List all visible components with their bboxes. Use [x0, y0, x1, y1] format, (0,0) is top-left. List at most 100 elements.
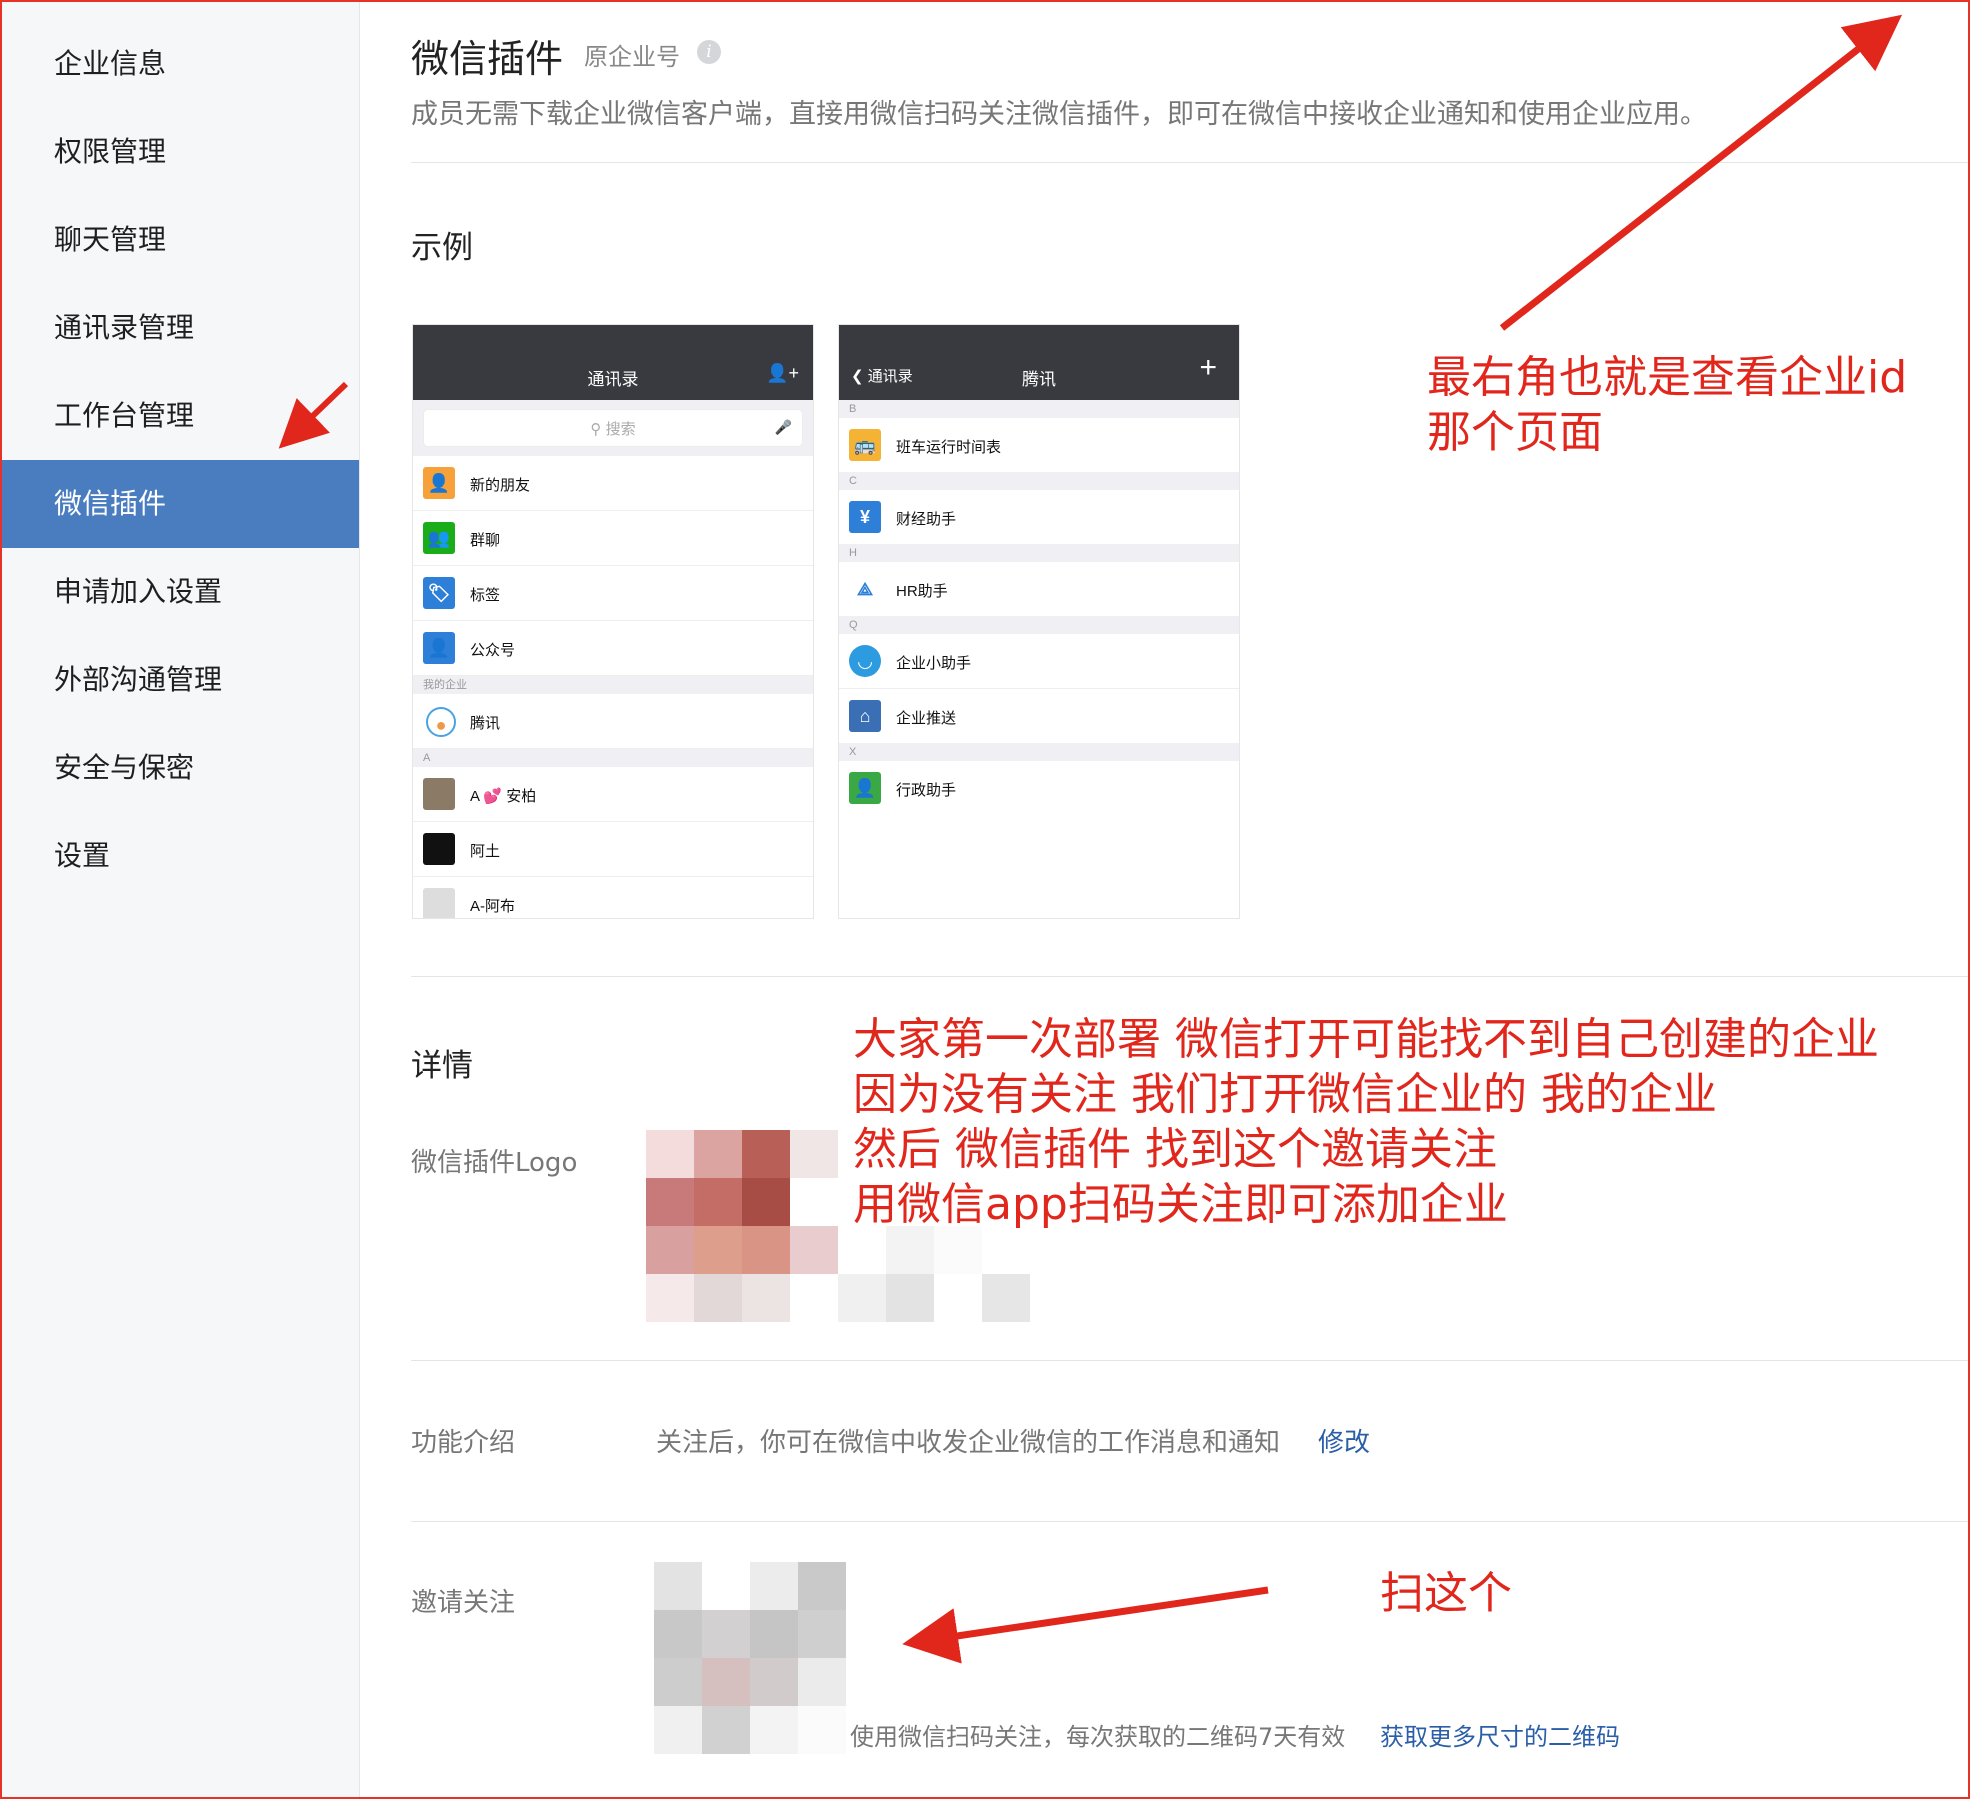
admin-person-icon: 👤: [849, 772, 881, 804]
group-header: H: [839, 544, 1239, 562]
list-item: 🚌 班车运行时间表: [839, 418, 1239, 472]
annotation-line: 用微信app扫码关注即可添加企业: [853, 1179, 1508, 1230]
sidebar-item-settings[interactable]: 设置: [2, 812, 359, 900]
phone-search: ⚲ 搜索 🎤: [423, 409, 803, 447]
edit-intro-link[interactable]: 修改: [1318, 1422, 1370, 1459]
annotation-line: 然后 微信插件 找到这个邀请关注: [853, 1124, 1497, 1175]
list-item: 👤 公众号: [413, 621, 813, 676]
annotation-bottom: 扫这个: [1380, 1568, 1512, 1619]
hr-network-icon: ⟁: [849, 573, 881, 605]
list-item-label: 企业推送: [896, 710, 957, 727]
sidebar-item-security[interactable]: 安全与保密: [2, 724, 359, 812]
list-item-label: 班车运行时间表: [896, 439, 1002, 456]
plus-icon: +: [1199, 351, 1217, 384]
annotation-line: 那个页面: [1427, 407, 1603, 458]
list-item-label: 腾讯: [470, 715, 501, 732]
invite-qr-code[interactable]: [654, 1562, 846, 1754]
home-icon: ⌂: [849, 700, 881, 732]
list-item-label: 标签: [470, 587, 501, 604]
list-item-label: 群聊: [470, 532, 501, 549]
add-friend-icon: 👤+: [766, 363, 799, 383]
sidebar-item-workbench[interactable]: 工作台管理: [2, 372, 359, 460]
sidebar: 企业信息 权限管理 聊天管理 通讯录管理 工作台管理 微信插件 申请加入设置 外…: [2, 2, 360, 1797]
phone-header: ❮ 通讯录 腾讯 +: [839, 325, 1239, 400]
microphone-icon: 🎤: [774, 419, 792, 435]
list-item-label: 公众号: [470, 642, 516, 659]
phone-title: 通讯录: [587, 370, 639, 389]
list-item-label: 阿土: [470, 843, 501, 860]
avatar: [423, 888, 455, 918]
group-header: A: [413, 749, 813, 767]
annotation-line: 大家第一次部署 微信打开可能找不到自己创建的企业: [853, 1014, 1879, 1065]
group-header: C: [839, 472, 1239, 490]
list-item-label: 财经助手: [896, 511, 957, 528]
list-item: A-阿布: [413, 877, 813, 918]
divider: [411, 162, 1968, 163]
yen-icon: ¥: [849, 501, 881, 533]
example-phone-contacts: 通讯录 👤+ ⚲ 搜索 🎤 👤 新的朋友 👥 群聊 🏷 标签 👤 公众号 我的企业 ● 腾…: [412, 324, 814, 919]
sidebar-item-contacts[interactable]: 通讯录管理: [2, 284, 359, 372]
list-item: ● 腾讯: [413, 694, 813, 749]
invite-hint: 使用微信扫码关注，每次获取的二维码7天有效: [850, 1723, 1346, 1751]
sidebar-item-external[interactable]: 外部沟通管理: [2, 636, 359, 724]
list-item: 🏷 标签: [413, 566, 813, 621]
list-item-label: A-阿布: [470, 898, 516, 915]
title-tag: 原企业号: [584, 43, 680, 71]
list-item: 👥 群聊: [413, 511, 813, 566]
annotation-line: 因为没有关注 我们打开微信企业的 我的企业: [853, 1069, 1717, 1120]
group-chat-icon: 👥: [423, 522, 455, 554]
tencent-logo-icon: ●: [426, 707, 456, 737]
avatar: [423, 833, 455, 865]
annotation-middle: 大家第一次部署 微信打开可能找不到自己创建的企业 因为没有关注 我们打开微信企业…: [853, 1012, 1879, 1232]
list-item-label: 企业小助手: [896, 655, 972, 672]
divider: [411, 1521, 1968, 1522]
intro-label: 功能介绍: [411, 1428, 516, 1458]
main-content: 微信插件 原企业号 i 成员无需下载企业微信客户端，直接用微信扫码关注微信插件，…: [360, 0, 1968, 1797]
sidebar-item-company-info[interactable]: 企业信息: [2, 20, 359, 108]
new-friend-icon: 👤: [423, 467, 455, 499]
list-item-label: HR助手: [896, 583, 948, 600]
sidebar-item-join-settings[interactable]: 申请加入设置: [2, 548, 359, 636]
search-placeholder: 搜索: [605, 421, 636, 438]
list-item-label: A 💕 安柏: [470, 788, 537, 805]
divider: [411, 976, 1968, 977]
list-item-label: 行政助手: [896, 782, 957, 799]
bus-icon: 🚌: [849, 429, 881, 461]
group-header: X: [839, 743, 1239, 761]
search-icon: ⚲: [590, 421, 606, 438]
official-account-icon: 👤: [423, 632, 455, 664]
annotation-top-right: 最右角也就是查看企业id 那个页面: [1427, 350, 1907, 460]
more-qr-sizes-link[interactable]: 获取更多尺寸的二维码: [1380, 1717, 1620, 1752]
logo-mosaic-fragment: [838, 1226, 1030, 1322]
avatar: [423, 778, 455, 810]
logo-label: 微信插件Logo: [411, 1148, 578, 1178]
list-item: 阿土: [413, 822, 813, 877]
group-header: Q: [839, 616, 1239, 634]
details-heading: 详情: [411, 1048, 473, 1084]
invite-label: 邀请关注: [411, 1588, 516, 1618]
info-icon[interactable]: i: [697, 40, 721, 64]
sidebar-item-permissions[interactable]: 权限管理: [2, 108, 359, 196]
page-title: 微信插件: [411, 37, 564, 81]
intro-text: 关注后，你可在微信中收发企业微信的工作消息和通知: [656, 1428, 1281, 1458]
page-description: 成员无需下载企业微信客户端，直接用微信扫码关注微信插件，即可在微信中接收企业通知…: [411, 99, 1707, 130]
plugin-logo-image: [646, 1130, 838, 1322]
phone-list: ⚲ 搜索 🎤 👤 新的朋友 👥 群聊 🏷 标签 👤 公众号 我的企业 ● 腾讯 A A 💕…: [413, 400, 813, 918]
chat-bubble-icon: ◡: [849, 645, 881, 677]
list-item: ⌂ 企业推送: [839, 689, 1239, 743]
sidebar-item-chat[interactable]: 聊天管理: [2, 196, 359, 284]
divider: [411, 1360, 1968, 1361]
example-phone-tencent: ❮ 通讯录 腾讯 + B 🚌 班车运行时间表 C ¥ 财经助手 H ⟁ HR助手 Q …: [838, 324, 1240, 919]
sidebar-item-wechat-plugin[interactable]: 微信插件: [2, 460, 359, 548]
list-item: 👤 新的朋友: [413, 456, 813, 511]
list-item: A 💕 安柏: [413, 767, 813, 822]
tag-icon: 🏷: [423, 577, 455, 609]
list-item: ¥ 财经助手: [839, 490, 1239, 544]
phone-list: B 🚌 班车运行时间表 C ¥ 财经助手 H ⟁ HR助手 Q ◡ 企业小助手 ⌂ 企业推…: [839, 400, 1239, 918]
annotation-line: 最右角也就是查看企业id: [1427, 352, 1908, 403]
group-header: B: [839, 400, 1239, 418]
list-item: 👤 行政助手: [839, 761, 1239, 815]
example-heading: 示例: [411, 230, 473, 266]
list-item-label: 新的朋友: [470, 477, 531, 494]
phone-header: 通讯录 👤+: [413, 325, 813, 400]
